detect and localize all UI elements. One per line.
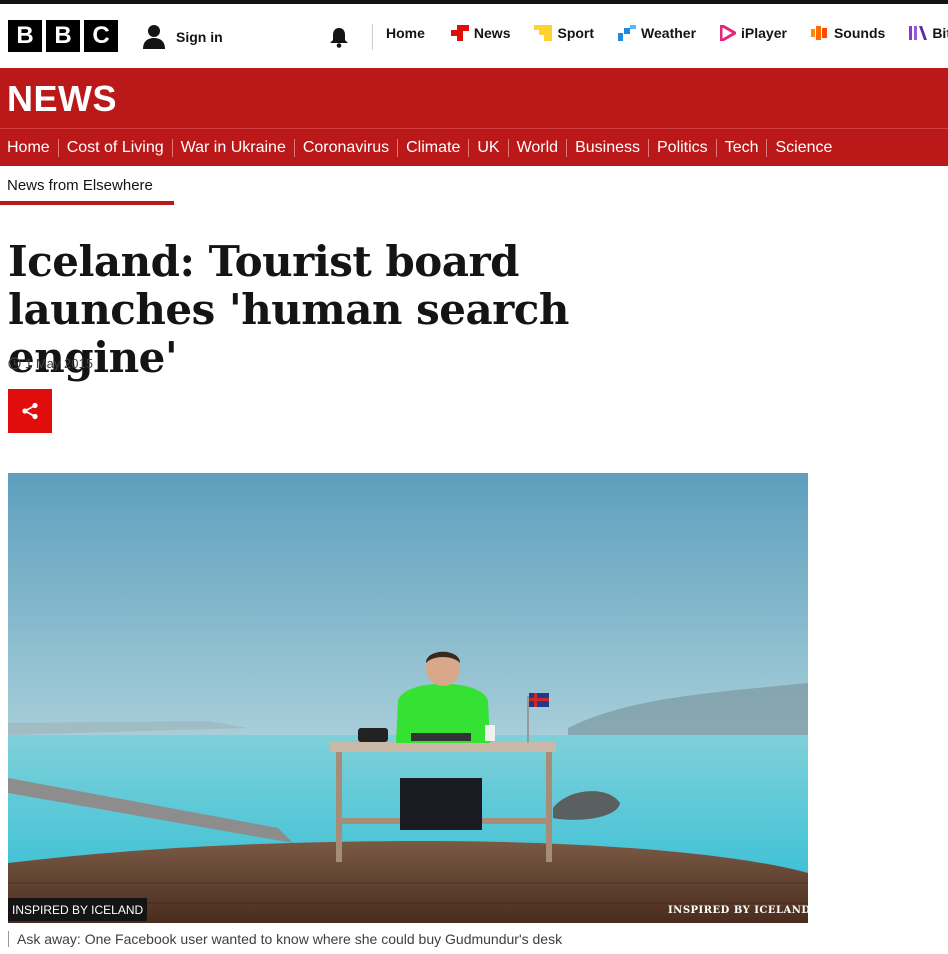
image-caption: Ask away: One Facebook user wanted to kn… xyxy=(8,931,562,947)
gnav-sport[interactable]: Sport xyxy=(534,25,594,41)
gnav-bitesize[interactable]: Bit xyxy=(909,25,948,41)
bbc-logo[interactable]: B B C xyxy=(8,20,118,52)
article-image xyxy=(8,473,808,923)
subsection-underline xyxy=(0,201,174,205)
nav-divider xyxy=(372,24,373,50)
news-nav-science[interactable]: Science xyxy=(766,138,840,157)
gnav-iplayer-label: iPlayer xyxy=(741,25,787,41)
sign-in-link[interactable]: Sign in xyxy=(142,24,223,50)
news-nav-war-in-ukraine[interactable]: War in Ukraine xyxy=(171,138,294,157)
image-watermark: INSPIRED BY ICELAND xyxy=(668,905,811,916)
gnav-iplayer[interactable]: iPlayer xyxy=(720,25,787,41)
share-icon xyxy=(22,402,38,420)
news-nav-tech[interactable]: Tech xyxy=(715,138,767,157)
gnav-sounds-label: Sounds xyxy=(833,25,886,41)
news-nav-climate[interactable]: Climate xyxy=(397,138,468,157)
iplayer-icon xyxy=(720,25,737,41)
global-navigation: B B C Sign in Home News Sport Weather iP… xyxy=(0,4,948,67)
article-date-text: 1 May 2015 xyxy=(25,356,93,371)
sounds-icon xyxy=(810,26,827,40)
gnav-weather-label: Weather xyxy=(641,25,697,41)
subsection-label: News from Elsewhere xyxy=(7,177,153,194)
gnav-sport-label: Sport xyxy=(557,25,595,41)
iceland-lagoon-photo xyxy=(8,473,808,923)
news-nav-home[interactable]: Home xyxy=(7,139,58,157)
subsection-tab[interactable]: News from Elsewhere xyxy=(0,166,174,205)
bbc-logo-letter: C xyxy=(84,20,118,52)
news-section-nav: Home Cost of Living War in Ukraine Coron… xyxy=(0,128,948,166)
article-headline: Iceland: Tourist board launches 'human s… xyxy=(8,237,569,382)
notifications-button[interactable] xyxy=(328,26,350,53)
news-nav-business[interactable]: Business xyxy=(566,138,648,157)
news-nav-cost-of-living[interactable]: Cost of Living xyxy=(57,138,172,157)
bitesize-icon xyxy=(909,26,928,40)
gnav-weather[interactable]: Weather xyxy=(618,25,696,41)
weather-icon xyxy=(618,25,637,41)
share-button[interactable] xyxy=(8,389,52,433)
image-credit: INSPIRED BY ICELAND xyxy=(8,898,148,921)
gnav-news[interactable]: News xyxy=(450,25,511,41)
gnav-sounds[interactable]: Sounds xyxy=(810,25,886,41)
gnav-bitesize-label: Bit xyxy=(932,25,948,41)
clock-icon xyxy=(8,357,21,370)
gnav-news-label: News xyxy=(473,25,511,41)
global-nav-links: Home News Sport Weather iPlayer Sounds B… xyxy=(386,25,948,41)
news-nav-uk[interactable]: UK xyxy=(468,138,507,157)
news-banner: NEWS xyxy=(0,68,948,128)
article-date: 1 May 2015 xyxy=(8,356,93,371)
news-nav-politics[interactable]: Politics xyxy=(648,138,716,157)
bbc-logo-letter: B xyxy=(46,20,80,52)
bell-icon xyxy=(330,28,348,48)
news-wordmark[interactable]: NEWS xyxy=(7,78,117,120)
gnav-home-label: Home xyxy=(386,25,425,41)
bbc-logo-letter: B xyxy=(8,20,42,52)
news-nav-coronavirus[interactable]: Coronavirus xyxy=(293,138,397,157)
user-icon xyxy=(143,25,165,49)
news-icon xyxy=(450,25,469,41)
gnav-home[interactable]: Home xyxy=(386,25,425,41)
news-nav-world[interactable]: World xyxy=(507,138,567,157)
sign-in-label: Sign in xyxy=(176,29,223,45)
sport-icon xyxy=(534,25,553,41)
